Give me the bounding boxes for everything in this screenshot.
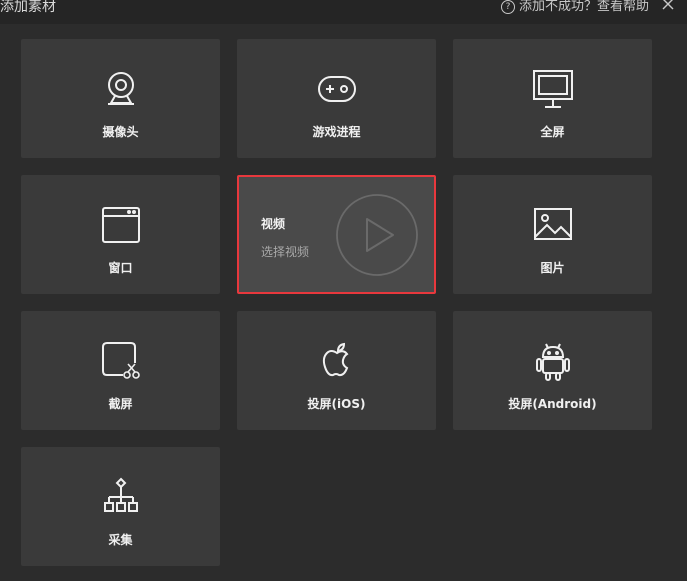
apple-icon — [322, 342, 348, 377]
tile-label: 窗口 — [108, 261, 133, 275]
tile-label: 投屏(iOS) — [307, 397, 366, 411]
tile-label: 摄像头 — [102, 125, 139, 139]
tile-label: 图片 — [540, 261, 565, 275]
gamepad-icon — [317, 76, 356, 102]
tile-video[interactable]: 视频 选择视频 — [237, 175, 436, 294]
screenshot-icon — [101, 342, 140, 379]
tile-label: 投屏(Android) — [508, 397, 597, 411]
tile-label: 截屏 — [108, 397, 133, 411]
window-icon — [101, 207, 140, 243]
tile-video-title: 视频 — [261, 217, 286, 231]
tile-cast-ios[interactable]: 投屏(iOS) — [237, 311, 436, 430]
image-icon — [533, 208, 572, 240]
tile-capture[interactable]: 采集 — [21, 447, 220, 566]
tile-label: 游戏进程 — [312, 125, 361, 139]
monitor-icon — [532, 70, 573, 108]
tile-video-subtitle: 选择视频 — [261, 245, 310, 259]
play-icon[interactable] — [335, 193, 419, 277]
android-icon — [535, 343, 570, 381]
tile-webcam[interactable]: 摄像头 — [21, 39, 220, 158]
help-link[interactable]: ? 添加不成功？查看帮助 — [500, 0, 649, 17]
dialog-title: 添加素材 — [0, 0, 56, 15]
tile-label: 采集 — [108, 533, 133, 547]
tile-cast-android[interactable]: 投屏(Android) — [453, 311, 652, 430]
tile-window[interactable]: 窗口 — [21, 175, 220, 294]
question-circle-icon: ? — [500, 0, 515, 14]
capture-hierarchy-icon — [103, 477, 138, 512]
tile-fullscreen[interactable]: 全屏 — [453, 39, 652, 158]
help-link-label: 添加不成功？查看帮助 — [518, 0, 649, 14]
tile-image[interactable]: 图片 — [453, 175, 652, 294]
close-icon[interactable] — [660, 0, 676, 12]
tile-game-process[interactable]: 游戏进程 — [237, 39, 436, 158]
webcam-icon — [107, 72, 134, 105]
tile-label: 全屏 — [540, 125, 565, 139]
tile-screenshot[interactable]: 截屏 — [21, 311, 220, 430]
